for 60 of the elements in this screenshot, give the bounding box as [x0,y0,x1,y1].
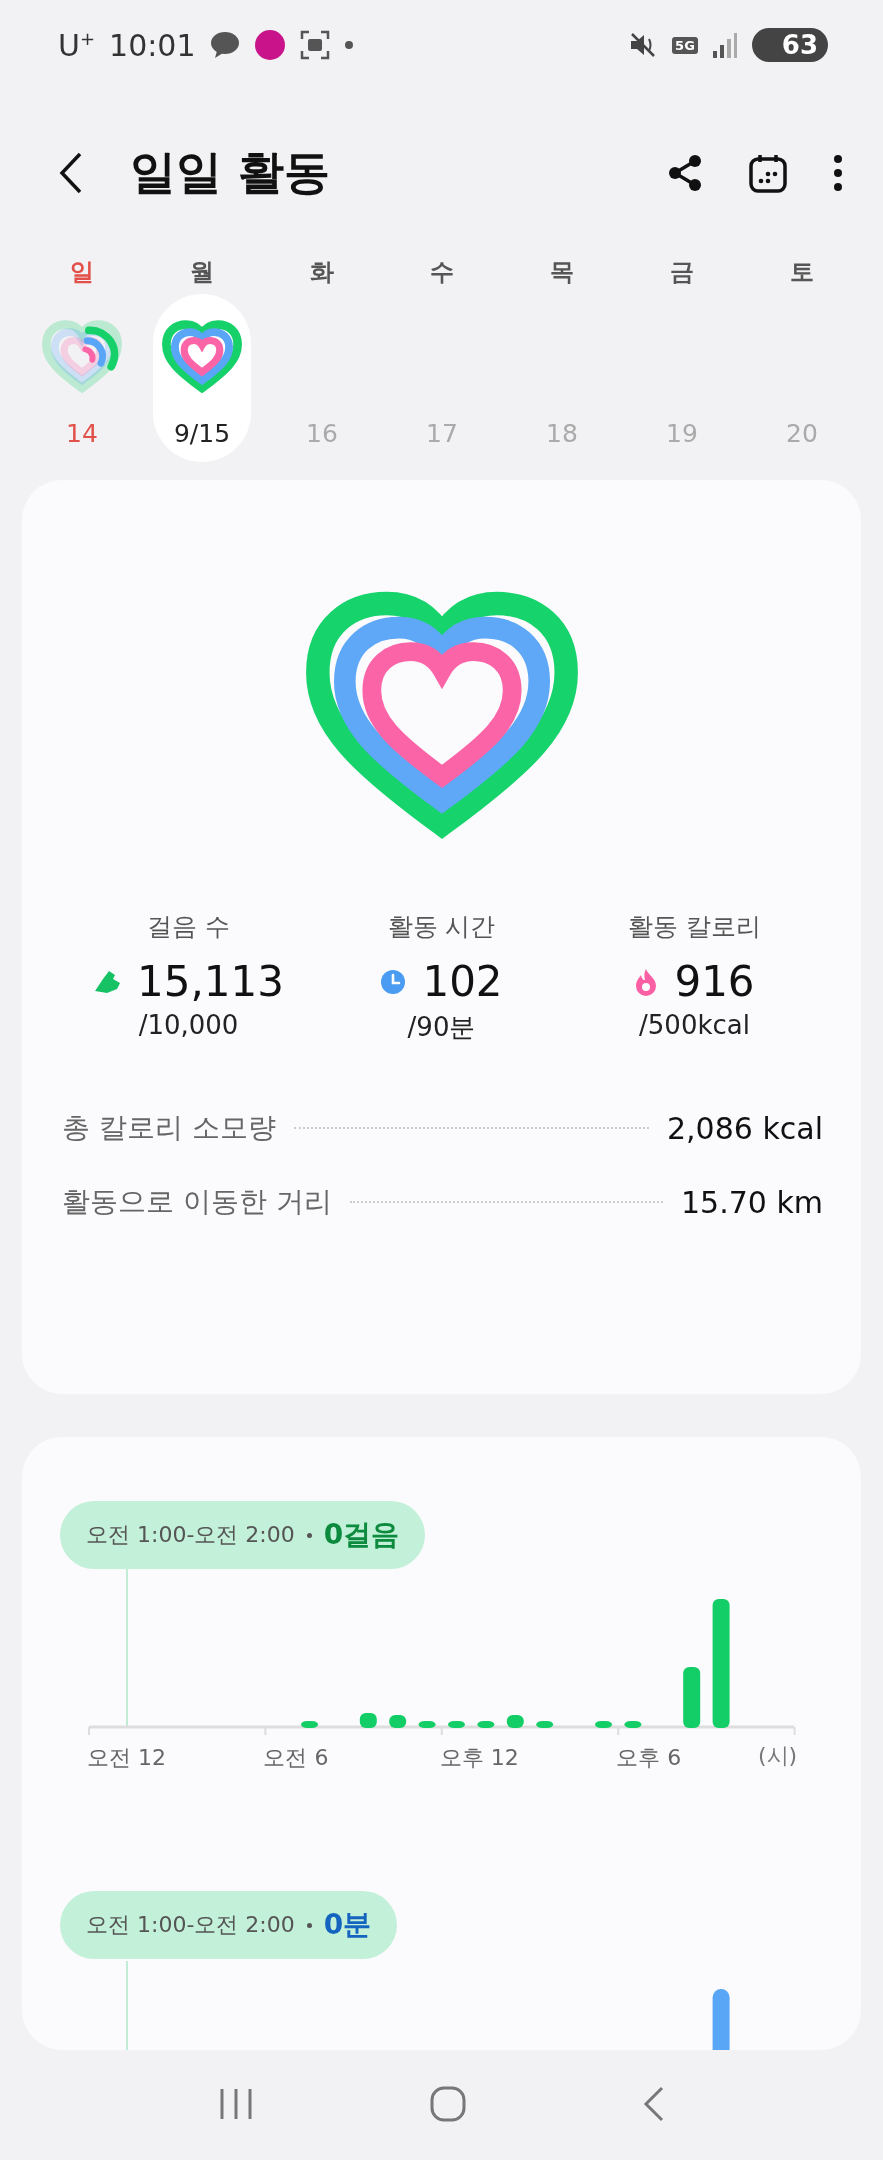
tooltip-value: 0걸음 [323,1517,400,1553]
weekday-label: 토 [790,257,814,288]
stat-value: 916 [674,957,755,1006]
metric-label: 총 칼로리 소모량 [62,1110,276,1146]
weekday-label: 목 [550,257,574,288]
signal-icon [711,31,738,59]
tooltip-range: 오전 1:00-오전 2:00 [86,1911,295,1939]
metric-value: 15.70 km [680,1184,823,1220]
flame-icon [634,967,659,996]
stat-value: 102 [422,957,503,1006]
day-date: 17 [426,419,458,448]
clock-icon [380,968,407,995]
weekday-label: 일 [70,257,94,288]
clock-time: 10:01 [109,27,196,63]
axis-label: 오후 6 [616,1745,682,1770]
day-date: 19 [666,419,698,448]
day-item[interactable]: 14 [33,294,131,462]
tooltip-range: 오전 1:00-오전 2:00 [86,1521,295,1549]
day-date: 20 [786,419,818,448]
home-icon[interactable] [430,2085,467,2122]
more-icon[interactable] [833,154,843,192]
network-type: 5G [672,36,698,54]
recent-apps-icon[interactable] [218,2086,255,2121]
dot-icon [343,40,354,50]
separator-dot [306,1532,312,1538]
calendar-icon[interactable] [749,153,787,193]
page-title: 일일 활동 [130,144,331,201]
stat-goal: /10,000 [138,1010,239,1040]
weekday-label: 월 [190,257,214,288]
shoe-icon [93,968,121,995]
carrier-name: U$^{+}$ [58,27,96,63]
metric-label: 활동으로 이동한 거리 [62,1184,332,1220]
day-date: 14 [66,419,98,448]
app-badge-icon [253,29,286,61]
stat-goal: /90분 [407,1011,476,1044]
stat-label: 걸음 수 [147,911,230,943]
share-icon[interactable] [667,154,703,192]
axis-label: 오전 6 [263,1745,329,1770]
screenshot-icon [299,30,330,60]
stat-value: 15,113 [137,957,284,1006]
day-date: 9/15 [173,419,231,448]
day-item[interactable]: 9/15 [153,294,251,462]
back-icon[interactable] [58,151,84,195]
axis-unit: (시) [758,1743,798,1768]
axis-label: 오전 12 [87,1745,166,1770]
weekday-label: 화 [310,257,334,288]
day-date: 16 [306,419,338,448]
stat-goal: /500kcal [639,1010,750,1040]
time-bar [712,1989,730,2050]
stat-label: 활동 칼로리 [628,911,761,943]
tooltip-value: 0분 [323,1907,372,1943]
metric-value: 2,086 kcal [667,1110,823,1146]
stat-label: 활동 시간 [387,911,496,943]
separator-dot [306,1922,312,1928]
battery-level: 63 [751,28,828,62]
axis-label: 오후 12 [439,1745,519,1770]
weekday-label: 수 [430,257,454,288]
chat-bubble-icon [209,31,240,59]
day-date: 18 [546,419,578,448]
weekday-label: 금 [670,257,694,288]
